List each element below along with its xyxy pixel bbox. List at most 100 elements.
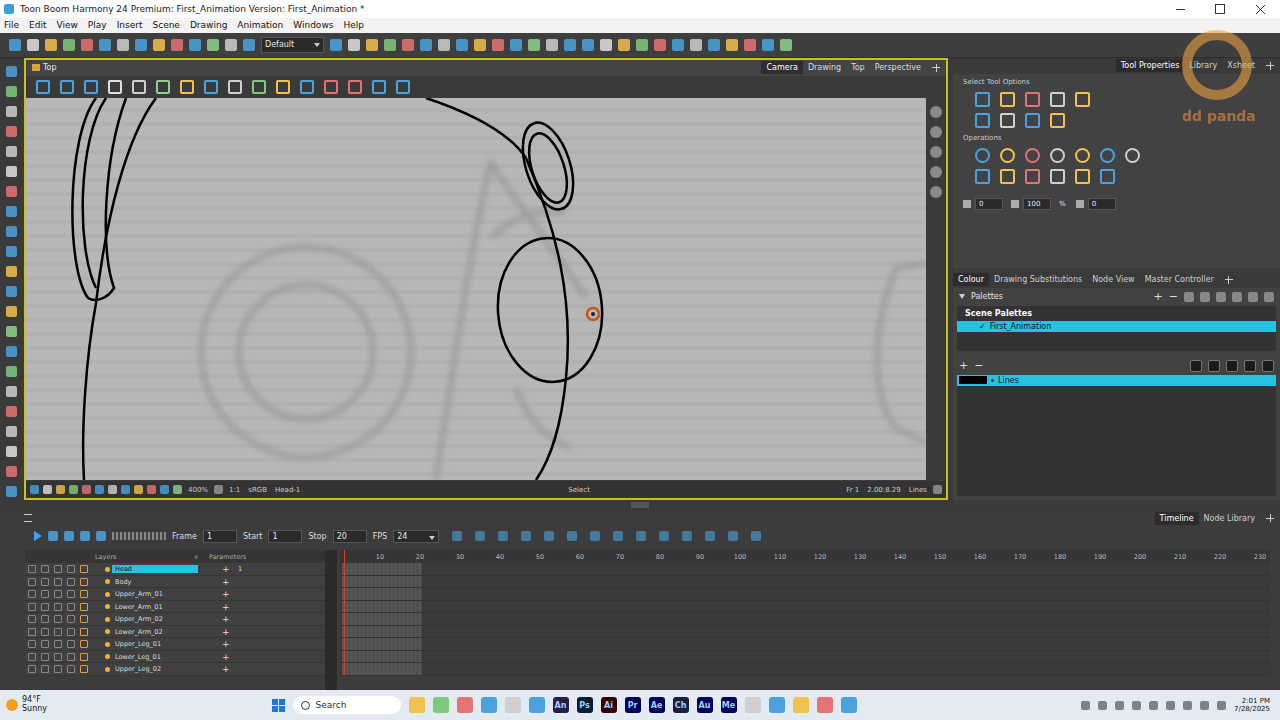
menu-icon[interactable] <box>24 514 32 522</box>
view-tool-icon[interactable] <box>300 80 314 94</box>
edit-icon[interactable] <box>80 590 88 598</box>
panel-menu-icon[interactable] <box>929 63 943 73</box>
tray-icon[interactable] <box>1132 701 1141 710</box>
visibility-icon[interactable] <box>28 590 36 598</box>
palette-tool-icon[interactable] <box>1248 292 1258 302</box>
add-parameter-button[interactable]: + <box>222 614 232 624</box>
operation-icon[interactable] <box>1025 169 1040 184</box>
add-layer-button[interactable]: + <box>194 553 199 561</box>
panel-tab[interactable]: Colour <box>953 273 989 286</box>
visibility-icon[interactable] <box>28 665 36 673</box>
tool-icon[interactable] <box>27 39 39 51</box>
taskbar-app-icon[interactable] <box>409 697 425 713</box>
menu-item[interactable]: Scene <box>152 20 179 30</box>
colour-swatch-row[interactable]: Lines <box>957 375 1276 386</box>
visibility-icon[interactable] <box>28 640 36 648</box>
solo-icon[interactable] <box>41 590 49 598</box>
layer-row[interactable]: Body + <box>25 576 325 589</box>
option-icon[interactable] <box>1000 92 1015 107</box>
panel-tab[interactable]: Xsheet <box>1222 59 1260 72</box>
start-field[interactable]: 1 <box>268 530 302 543</box>
color-icon[interactable] <box>67 653 75 661</box>
status-icon[interactable] <box>134 485 143 494</box>
view-mode-tab[interactable]: Perspective <box>870 61 926 74</box>
tool-icon[interactable] <box>189 39 201 51</box>
playback-icon[interactable] <box>48 531 58 541</box>
palette-tool-icon[interactable] <box>1264 292 1274 302</box>
status-icon[interactable] <box>82 485 91 494</box>
colour-tool-icon[interactable] <box>1244 360 1256 372</box>
taskbar-app-icon[interactable] <box>457 697 473 713</box>
option-icon[interactable] <box>1050 92 1065 107</box>
tool-icon[interactable] <box>6 346 17 357</box>
palette-item[interactable]: ✓First_Animation <box>957 321 1276 332</box>
status-icon[interactable] <box>173 485 182 494</box>
clock[interactable]: 2:01 PM7/28/2025 <box>1234 697 1270 713</box>
color-icon[interactable] <box>67 640 75 648</box>
layer-name[interactable]: Lower_Arm_01 <box>112 603 198 611</box>
tool-icon[interactable] <box>135 39 147 51</box>
edit-icon[interactable] <box>80 565 88 573</box>
jog-slider[interactable] <box>112 532 166 540</box>
layer-name[interactable]: Head <box>112 565 198 573</box>
layer-frames[interactable] <box>340 563 1270 576</box>
panel-tab[interactable]: Node View <box>1087 273 1139 286</box>
lock-icon[interactable] <box>54 615 62 623</box>
lock-icon[interactable] <box>54 578 62 586</box>
add-parameter-button[interactable]: + <box>222 589 232 599</box>
tool-icon[interactable] <box>6 86 17 97</box>
layer-frames[interactable] <box>340 663 1270 676</box>
solo-icon[interactable] <box>41 615 49 623</box>
tool-icon[interactable] <box>6 226 17 237</box>
palette-check[interactable]: ✓ <box>979 322 986 331</box>
menu-item[interactable]: Drawing <box>190 20 227 30</box>
tool-icon[interactable] <box>153 39 165 51</box>
add-parameter-button[interactable]: + <box>222 627 232 637</box>
lock-icon[interactable] <box>54 665 62 673</box>
tool-icon[interactable] <box>546 39 558 51</box>
color-icon[interactable] <box>67 565 75 573</box>
add-colour-button[interactable]: + <box>959 359 968 372</box>
panel-tab[interactable]: Master Controller <box>1140 273 1219 286</box>
collapse-icon[interactable] <box>959 294 965 299</box>
view-tool-icon[interactable] <box>252 80 266 94</box>
layer-name[interactable]: Body <box>112 578 198 586</box>
layer-name[interactable]: Upper_Leg_01 <box>112 640 198 648</box>
panel-tab[interactable]: Tool Properties <box>1116 59 1185 72</box>
operation-icon[interactable] <box>1100 148 1115 163</box>
tool-icon[interactable] <box>6 166 17 177</box>
tool-icon[interactable] <box>492 39 504 51</box>
view-tool-icon[interactable] <box>228 80 242 94</box>
panel-tab[interactable]: Timeline <box>1155 512 1199 525</box>
tool-icon[interactable] <box>744 39 756 51</box>
edit-icon[interactable] <box>80 615 88 623</box>
tool-icon[interactable] <box>81 39 93 51</box>
tool-icon[interactable] <box>6 246 17 257</box>
tool-icon[interactable] <box>63 39 75 51</box>
taskbar-app-icon[interactable] <box>817 697 833 713</box>
lock-icon[interactable] <box>54 640 62 648</box>
view-tool-icon[interactable] <box>156 80 170 94</box>
solo-icon[interactable] <box>41 640 49 648</box>
tool-icon[interactable] <box>474 39 486 51</box>
status-icon[interactable] <box>43 485 52 494</box>
windows-icon[interactable] <box>272 699 285 712</box>
view-tool-icon[interactable] <box>372 80 386 94</box>
colour-tool-icon[interactable] <box>1262 360 1274 372</box>
view-tool-icon[interactable] <box>36 80 50 94</box>
taskbar-app-icon[interactable]: Ae <box>649 697 665 713</box>
visibility-icon[interactable] <box>28 653 36 661</box>
operation-icon[interactable] <box>1050 148 1065 163</box>
taskbar-app-icon[interactable] <box>841 697 857 713</box>
taskbar-app-icon[interactable] <box>505 697 521 713</box>
pivot-icon[interactable] <box>587 308 599 320</box>
layer-row[interactable]: Lower_Arm_01 + <box>25 601 325 614</box>
layer-frames[interactable] <box>340 601 1270 614</box>
view-option-icon[interactable] <box>930 146 942 158</box>
tool-icon[interactable] <box>6 186 17 197</box>
layer-frames[interactable] <box>340 651 1270 664</box>
view-tool-icon[interactable] <box>276 80 290 94</box>
edit-icon[interactable] <box>80 640 88 648</box>
tool-icon[interactable] <box>420 39 432 51</box>
menu-item[interactable]: Edit <box>29 20 46 30</box>
